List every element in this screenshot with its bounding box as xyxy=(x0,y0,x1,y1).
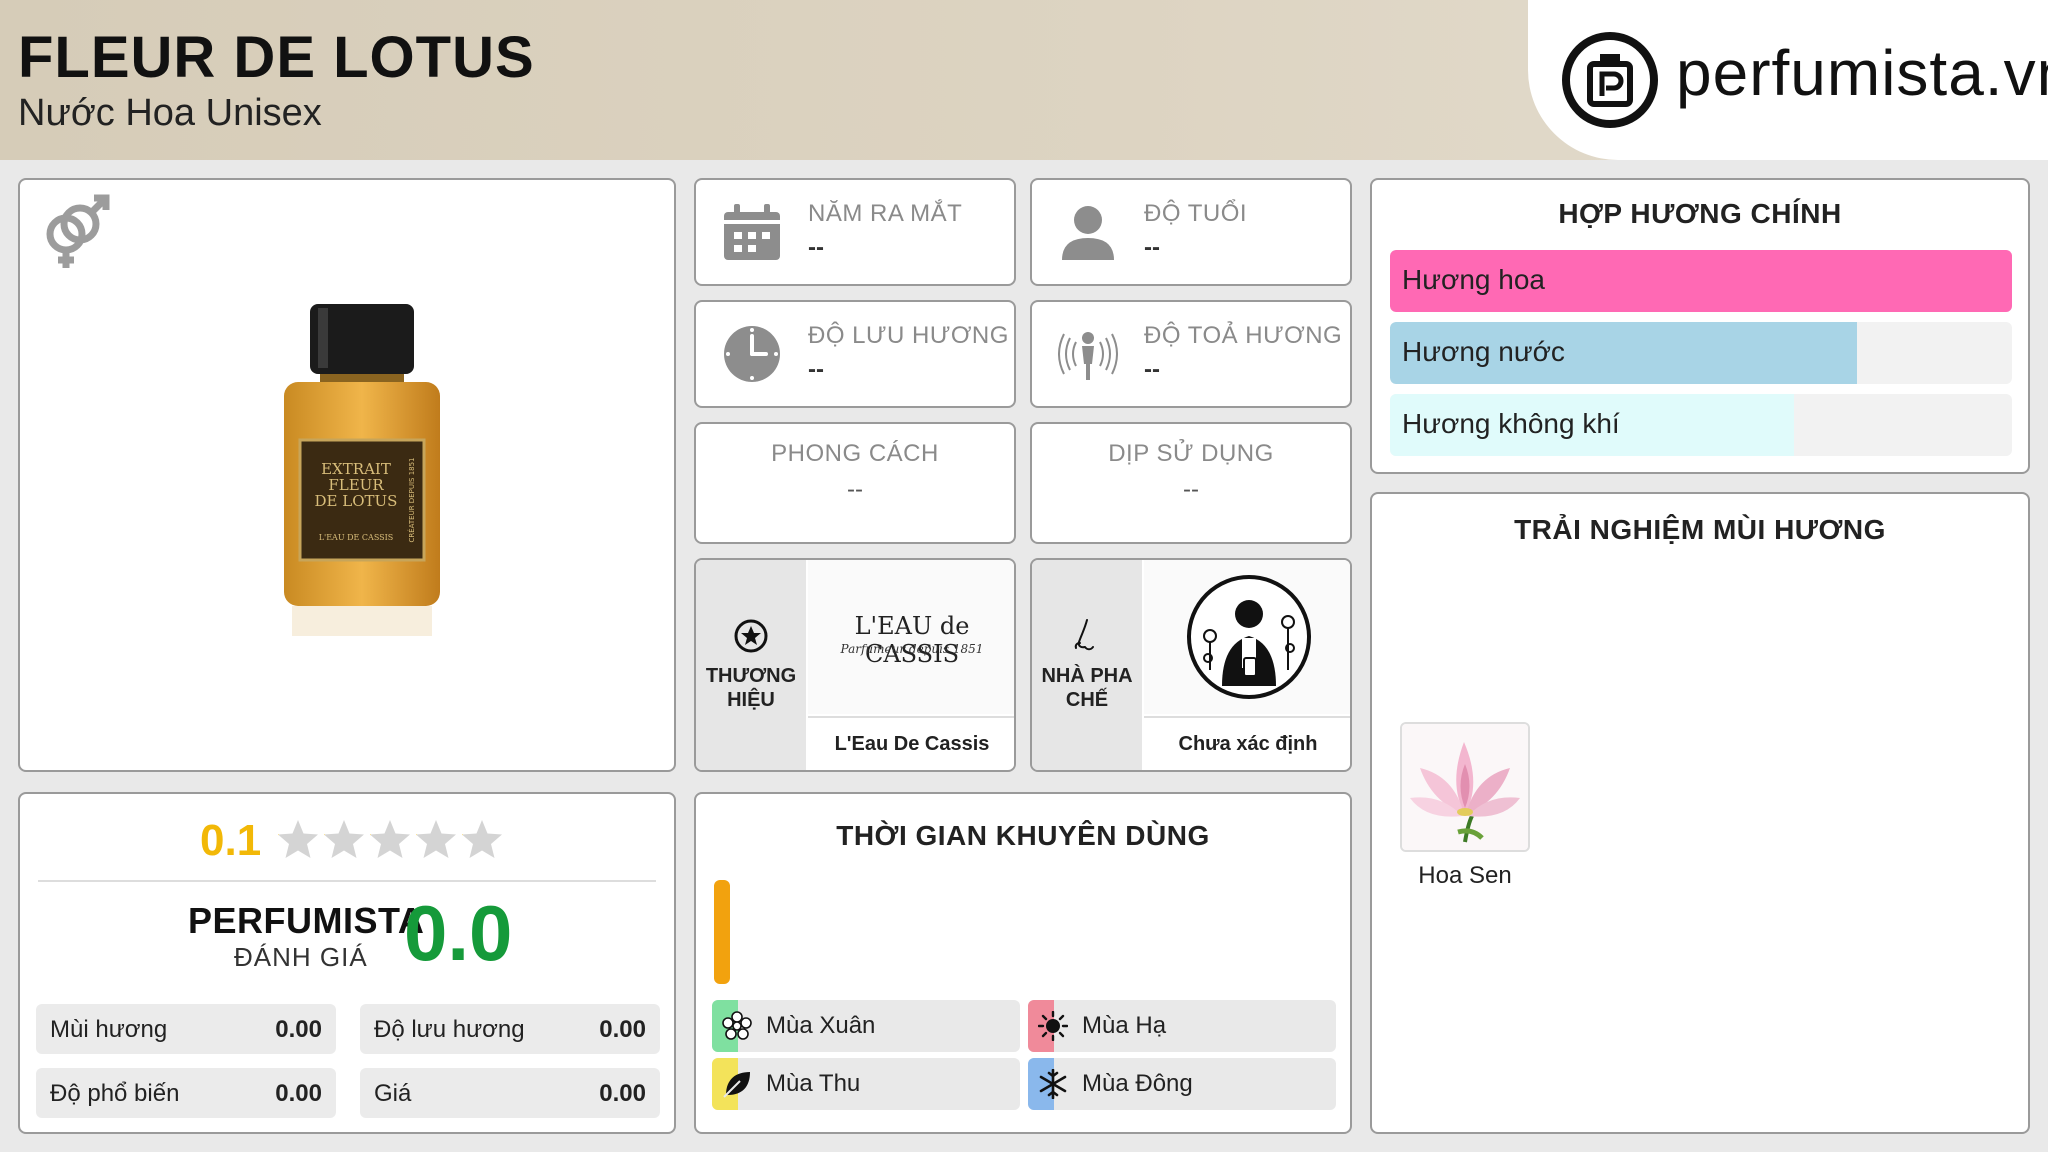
accord-bar: Hương không khí xyxy=(1390,394,2012,456)
brand-name[interactable]: L'Eau De Cassis xyxy=(808,716,1014,768)
longevity-value: -- xyxy=(808,356,824,383)
perfumista-title: PERFUMISTA xyxy=(188,900,425,941)
season-label: Mùa Xuân xyxy=(766,1012,876,1039)
metric-label: Mùi hương xyxy=(50,1016,168,1043)
main-accords-panel: HỢP HƯƠNG CHÍNH Hương hoa Hương nước Hương… xyxy=(1370,178,2030,474)
brand-label-line1: THƯƠNG xyxy=(705,665,797,687)
product-image-panel: EXTRAIT FLEUR DE LOTUS L'EAU DE CASSIS C… xyxy=(18,178,676,772)
metric-price: Giá 0.00 xyxy=(360,1068,660,1118)
style-box: PHONG CÁCH -- xyxy=(694,422,1016,544)
bottle-side-text: CRÉATEUR DEPUIS 1851 xyxy=(407,457,416,542)
recommended-time-title: THỜI GIAN KHUYÊN DÙNG xyxy=(836,820,1210,851)
perfumer-label-line2: CHẾ xyxy=(1065,689,1109,711)
accord-label: Hương hoa xyxy=(1402,264,1545,295)
user-rating-score: 0.1 xyxy=(200,816,262,865)
rating-divider xyxy=(38,880,656,882)
recommended-time-panel: THỜI GIAN KHUYÊN DÙNG Mùa Xuân Mùa Hạ Mù… xyxy=(694,792,1352,1134)
metric-value: 0.00 xyxy=(599,1080,646,1107)
sillage-value: -- xyxy=(1144,356,1160,383)
scent-experience-title: TRẢI NGHIỆM MÙI HƯƠNG xyxy=(1514,514,1886,545)
longevity-label: ĐỘ LƯU HƯƠNG xyxy=(808,322,1009,349)
logo[interactable]: perfumista.vn xyxy=(1528,0,2048,160)
perfumista-score: 0.0 xyxy=(404,889,513,977)
star-badge-icon xyxy=(734,619,768,653)
release-year-box: NĂM RA MẮT -- xyxy=(694,178,1016,286)
note-card-lotus[interactable] xyxy=(1400,722,1530,852)
brand-card[interactable]: THƯƠNG HIỆU L'EAU de CASSIS Parfumeur de… xyxy=(694,558,1016,772)
perfumer-card-header: NHÀ PHA CHẾ xyxy=(1032,560,1142,770)
person-icon xyxy=(1062,206,1114,260)
perfumer-name[interactable]: Chưa xác định xyxy=(1144,716,1350,768)
metric-label: Giá xyxy=(374,1080,412,1107)
perfumista-subtitle: ĐÁNH GIÁ xyxy=(234,942,368,972)
perfumer-avatar-image xyxy=(1144,560,1350,714)
unisex-icon xyxy=(46,194,110,268)
page-title: FLEUR DE LOTUS xyxy=(18,25,535,90)
longevity-box: ĐỘ LƯU HƯƠNG -- xyxy=(694,300,1016,408)
scent-experience-panel: TRẢI NGHIỆM MÙI HƯƠNG Hoa Sen xyxy=(1370,492,2030,1134)
season-summer: Mùa Hạ xyxy=(1028,1000,1336,1052)
brand-label-line2: HIỆU xyxy=(727,689,775,711)
brand-logo-image: L'EAU de CASSIS Parfumeur depuis 1851 xyxy=(808,560,1014,714)
age-label: ĐỘ TUỔI xyxy=(1144,200,1248,227)
sillage-box: ĐỘ TOẢ HƯƠNG -- xyxy=(1030,300,1352,408)
leaf-icon xyxy=(723,1072,750,1098)
release-year-label: NĂM RA MẮT xyxy=(808,200,963,227)
season-spring: Mùa Xuân xyxy=(712,1000,1020,1052)
metric-label: Độ phổ biến xyxy=(50,1080,180,1107)
main-accords-title: HỢP HƯƠNG CHÍNH xyxy=(1558,198,1842,229)
day-night-bar xyxy=(714,880,730,984)
rating-panel: 0.1 PERFUMISTA ĐÁNH GIÁ 0.0 Mùi hương 0.… xyxy=(18,792,676,1134)
style-label: PHONG CÁCH xyxy=(771,440,939,467)
season-autumn: Mùa Thu xyxy=(712,1058,1020,1110)
clock-icon xyxy=(724,326,780,382)
perfume-bottle-image: EXTRAIT FLEUR DE LOTUS L'EAU DE CASSIS C… xyxy=(284,304,440,636)
occasion-box: DỊP SỬ DỤNG -- xyxy=(1030,422,1352,544)
metric-value: 0.00 xyxy=(275,1016,322,1043)
metric-label: Độ lưu hương xyxy=(374,1016,525,1043)
nose-icon xyxy=(1074,619,1094,651)
season-label: Mùa Thu xyxy=(766,1070,861,1097)
release-year-value: -- xyxy=(808,234,824,261)
lotus-flower-image xyxy=(1402,724,1528,850)
style-value: -- xyxy=(847,476,863,503)
note-label-lotus: Hoa Sen xyxy=(1418,862,1512,889)
accord-bar: Hương nước xyxy=(1390,322,2012,384)
age-box: ĐỘ TUỔI -- xyxy=(1030,178,1352,286)
page-subtitle: Nước Hoa Unisex xyxy=(18,92,322,134)
metric-value: 0.00 xyxy=(275,1080,322,1107)
star-rating[interactable] xyxy=(276,818,516,862)
accord-label: Hương nước xyxy=(1402,336,1565,367)
bottle-brand-text: L'EAU DE CASSIS xyxy=(319,533,394,542)
brand-logo-main: L'EAU de CASSIS xyxy=(854,612,970,668)
season-winter: Mùa Đông xyxy=(1028,1058,1336,1110)
occasion-value: -- xyxy=(1183,476,1199,503)
occasion-label: DỊP SỬ DỤNG xyxy=(1108,440,1274,467)
metric-popularity: Độ phổ biến 0.00 xyxy=(36,1068,336,1118)
season-label: Mùa Hạ xyxy=(1082,1012,1167,1039)
bottle-label-line3: DE LOTUS xyxy=(315,492,398,510)
sillage-label: ĐỘ TOẢ HƯƠNG xyxy=(1144,322,1343,349)
accord-label: Hương không khí xyxy=(1402,408,1620,439)
season-label: Mùa Đông xyxy=(1082,1070,1193,1097)
header: FLEUR DE LOTUS Nước Hoa Unisex perfumist… xyxy=(0,0,2048,160)
logo-text: perfumista.vn xyxy=(1676,37,2048,109)
perfumer-label-line1: NHÀ PHA xyxy=(1041,665,1133,687)
metric-longevity: Độ lưu hương 0.00 xyxy=(360,1004,660,1054)
perfumer-avatar-icon xyxy=(1187,575,1311,699)
perfume-bottle-logo-icon xyxy=(1562,32,1658,128)
brand-logo-sub: Parfumeur depuis 1851 xyxy=(840,642,984,656)
sun-icon xyxy=(1038,1011,1068,1041)
snowflake-icon xyxy=(1039,1069,1067,1099)
perfumer-card[interactable]: NHÀ PHA CHẾ Chưa xác định xyxy=(1030,558,1352,772)
brand-card-header: THƯƠNG HIỆU xyxy=(696,560,806,770)
radiating-person-icon xyxy=(1058,332,1118,380)
accord-bar: Hương hoa xyxy=(1390,250,2012,312)
calendar-icon xyxy=(724,204,780,260)
age-value: -- xyxy=(1144,234,1160,261)
flower-icon xyxy=(722,1011,752,1040)
metric-scent: Mùi hương 0.00 xyxy=(36,1004,336,1054)
metric-value: 0.00 xyxy=(599,1016,646,1043)
